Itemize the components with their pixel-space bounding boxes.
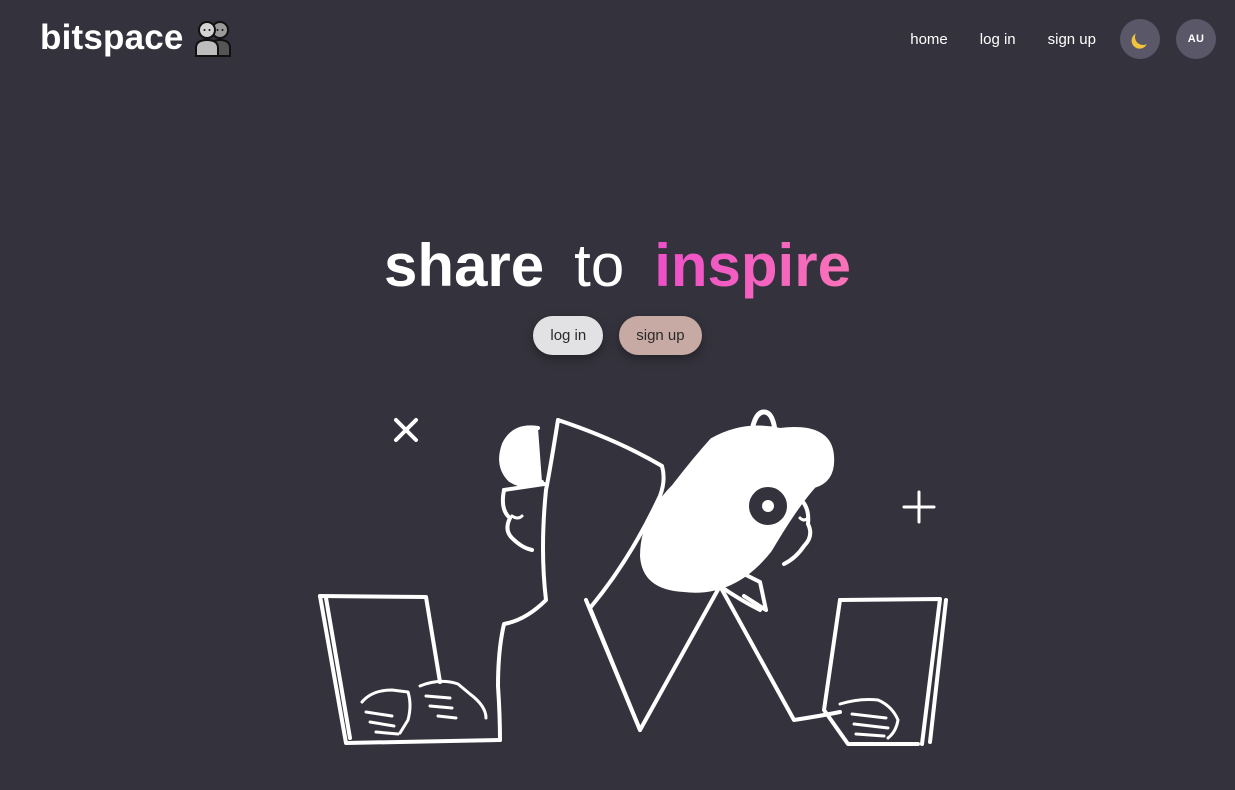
- center-shape: [584, 584, 722, 732]
- brand-logo[interactable]: bitspace: [40, 18, 236, 58]
- page: bitspace home log in sign up AU share to…: [0, 0, 1235, 790]
- cross-decoration: [394, 418, 418, 442]
- hero-word-to: to: [574, 232, 625, 299]
- moon-icon: [1134, 28, 1153, 47]
- left-laptop: [318, 594, 502, 745]
- brand-name: bitspace: [40, 18, 184, 57]
- nav-home-link[interactable]: home: [910, 31, 948, 48]
- left-hands: [360, 679, 488, 736]
- hero-word-inspire: inspire: [654, 232, 851, 299]
- nav-login-link[interactable]: log in: [980, 31, 1016, 48]
- plus-decoration: [902, 490, 936, 524]
- hero-cta-group: log in sign up: [0, 316, 1235, 355]
- signup-button[interactable]: sign up: [619, 316, 702, 355]
- avatar-initials: AU: [1187, 33, 1205, 45]
- login-button[interactable]: log in: [533, 316, 604, 355]
- avatar-button[interactable]: AU: [1176, 19, 1216, 59]
- hero-illustration: [300, 400, 960, 760]
- top-nav: home log in sign up AU: [910, 19, 1216, 59]
- hero-word-share: share: [384, 232, 545, 299]
- theme-toggle-button[interactable]: [1120, 19, 1160, 59]
- right-hand: [838, 698, 900, 740]
- nav-signup-link[interactable]: sign up: [1048, 31, 1096, 48]
- right-laptop: [822, 597, 948, 746]
- two-people-icon: [194, 18, 236, 58]
- hero-title: share to inspire: [0, 228, 1235, 304]
- left-person: [496, 418, 666, 742]
